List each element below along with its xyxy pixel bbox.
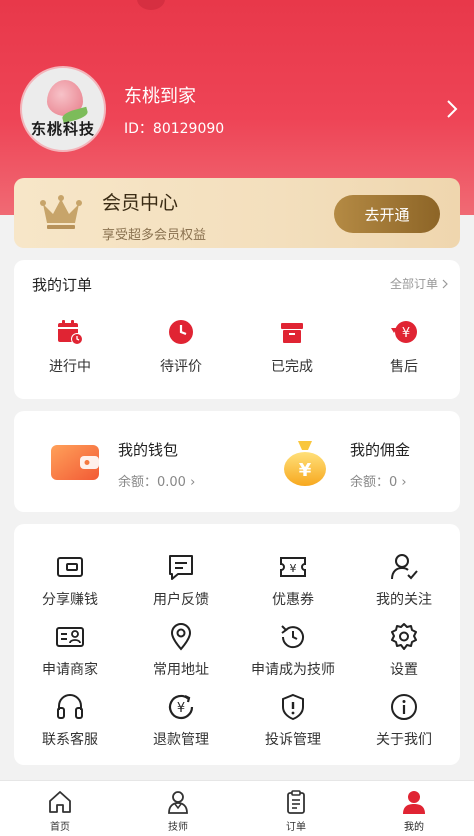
svg-text:¥: ¥ (299, 460, 312, 481)
order-completed[interactable]: 已完成 (252, 318, 332, 376)
tool-label: 优惠券 (272, 592, 314, 608)
member-center-subtitle: 享受超多会员权益 (102, 228, 207, 243)
tab-orders[interactable]: 订单 (256, 789, 336, 833)
tab-home[interactable]: 首页 (20, 789, 100, 833)
home-icon (49, 791, 71, 813)
avatar-logo-text: 东桃科技 (30, 120, 95, 138)
settings-icon (391, 623, 417, 650)
tool-my-follows[interactable]: 我的关注 (348, 552, 460, 609)
calendar-clock-icon (58, 320, 83, 345)
user-id: ID：80129090 (124, 121, 225, 137)
svg-text:¥: ¥ (290, 562, 297, 575)
order-status-label: 进行中 (49, 359, 91, 375)
headset-icon (57, 694, 83, 719)
clipboard-icon (287, 790, 305, 814)
clock-icon (169, 320, 193, 344)
tool-feedback[interactable]: 用户反馈 (125, 552, 237, 609)
wallet-card: 我的钱包 余额：0.00 › ¥ 我的佣金 余额：0 › (14, 411, 460, 512)
my-commission-title[interactable]: 我的佣金 (350, 439, 410, 460)
tool-label: 联系客服 (42, 732, 98, 748)
tool-apply-merchant[interactable]: 申请商家 (14, 622, 126, 679)
box-icon (281, 323, 303, 343)
order-pending-review[interactable]: 待评价 (141, 318, 221, 376)
technician-icon (168, 791, 188, 814)
user-check-icon (391, 554, 418, 580)
tab-label: 技师 (168, 822, 188, 833)
member-center-title: 会员中心 (102, 192, 179, 214)
tab-label: 我的 (404, 822, 424, 833)
tool-label: 设置 (390, 662, 418, 678)
commission-balance-text: 余额：0 (350, 475, 398, 490)
commission-balance[interactable]: 余额：0 › (350, 471, 407, 490)
profile-icon (403, 791, 425, 814)
tab-technician[interactable]: 技师 (138, 789, 218, 833)
order-status-label: 已完成 (271, 359, 313, 375)
feedback-icon (169, 555, 193, 580)
tool-label: 申请成为技师 (251, 662, 335, 678)
tool-addresses[interactable]: 常用地址 (125, 622, 237, 679)
info-icon (391, 694, 417, 720)
tool-label: 投诉管理 (265, 732, 321, 748)
tool-share-earn[interactable]: 分享赚钱 (14, 552, 126, 609)
tool-about-us[interactable]: 关于我们 (348, 692, 460, 749)
svg-text:¥: ¥ (402, 326, 410, 341)
wallet-icon[interactable] (50, 442, 100, 482)
tool-become-technician[interactable]: 申请成为技师 (237, 622, 349, 679)
my-orders-card: 我的订单 全部订单 进行中 待评价 已完成 ¥ 售后 (14, 260, 460, 399)
chevron-right-icon[interactable] (446, 99, 458, 119)
tool-label: 关于我们 (376, 732, 432, 748)
tab-label: 订单 (286, 822, 306, 833)
tools-grid-card: 分享赚钱 用户反馈 ¥ 优惠券 我的关注 申请商家 常用地址 申请成为技师 设置… (14, 524, 460, 765)
tool-label: 申请商家 (42, 662, 98, 678)
location-icon (170, 623, 192, 651)
order-after-sales[interactable]: ¥ 售后 (364, 318, 444, 376)
chevron-right-icon (442, 279, 448, 289)
tab-label: 首页 (50, 822, 70, 833)
refund-icon: ¥ (168, 694, 194, 720)
user-name: 东桃到家 (124, 86, 196, 107)
wallet-card-icon (57, 557, 83, 577)
tool-label: 分享赚钱 (42, 592, 98, 608)
tool-label: 常用地址 (153, 662, 209, 678)
member-center-card[interactable]: 会员中心 享受超多会员权益 去开通 (14, 178, 460, 248)
tool-label: 我的关注 (376, 592, 432, 608)
tab-mine[interactable]: 我的 (374, 789, 454, 833)
orders-title: 我的订单 (32, 276, 93, 294)
tool-settings[interactable]: 设置 (348, 622, 460, 679)
wallet-balance[interactable]: 余额：0.00 › (118, 471, 195, 490)
tool-label: 用户反馈 (153, 592, 209, 608)
tool-refunds[interactable]: ¥ 退款管理 (125, 692, 237, 749)
money-bag-icon[interactable]: ¥ (282, 437, 328, 487)
id-card-icon (56, 627, 84, 647)
my-wallet-title[interactable]: 我的钱包 (118, 439, 178, 460)
shield-alert-icon (282, 693, 304, 721)
order-status-label: 待评价 (160, 359, 202, 375)
tool-customer-service[interactable]: 联系客服 (14, 692, 126, 749)
wallet-balance-text: 余额：0.00 (118, 475, 186, 490)
coupon-icon: ¥ (280, 557, 306, 577)
crown-icon (40, 195, 82, 229)
tool-complaints[interactable]: 投诉管理 (237, 692, 349, 749)
all-orders-link[interactable]: 全部订单 (390, 275, 438, 292)
avatar[interactable]: 东桃科技 (20, 66, 106, 152)
tool-label: 退款管理 (153, 732, 209, 748)
history-icon (281, 625, 304, 649)
tool-coupon[interactable]: ¥ 优惠券 (237, 552, 349, 609)
bottom-tab-bar: 首页 技师 订单 我的 (0, 780, 474, 836)
order-in-progress[interactable]: 进行中 (30, 318, 110, 376)
yen-return-icon: ¥ (391, 321, 417, 343)
open-membership-button[interactable]: 去开通 (334, 195, 440, 233)
order-status-label: 售后 (390, 359, 418, 375)
svg-text:¥: ¥ (177, 701, 185, 716)
